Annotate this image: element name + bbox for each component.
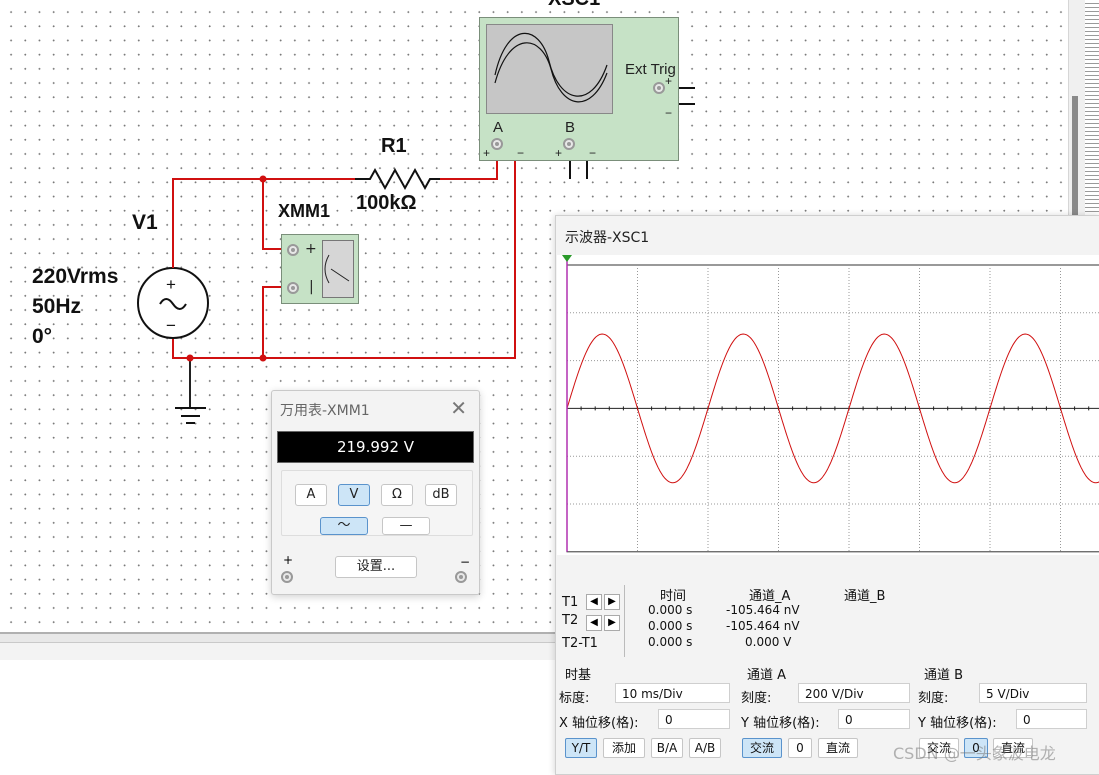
resistor-r1	[355, 167, 440, 191]
source-phase-label: 0°	[32, 325, 53, 348]
multimeter-reading: 219.992 V	[277, 431, 474, 463]
mode-button-ohms[interactable]: Ω	[381, 484, 413, 506]
t2-left-arrow[interactable]: ◀	[586, 615, 602, 631]
meter-ref-label: XMM1	[278, 201, 331, 221]
channel-a-scale-label: 刻度:	[741, 691, 772, 706]
close-icon[interactable]: ✕	[450, 396, 467, 420]
meter-minus-sign: |	[309, 279, 314, 295]
ground-symbol	[175, 407, 206, 424]
channel-b-scale-label: 刻度:	[918, 691, 949, 706]
t2-channel-a: -105.464 nV	[726, 619, 800, 633]
channel-a-terminal[interactable]	[491, 138, 503, 150]
junction-dot	[259, 175, 267, 183]
header-time: 时间	[660, 589, 687, 604]
dc-mode-button[interactable]: —	[382, 517, 430, 535]
mode-group: A V Ω dB 〜 —	[281, 470, 473, 536]
oscilloscope-symbol[interactable]: Ext Trig + − A + − B + −	[479, 17, 679, 161]
channel-b-terminal[interactable]	[563, 138, 575, 150]
settings-button[interactable]: 设置...	[335, 556, 417, 578]
multimeter-window[interactable]: 万用表-XMM1 ✕ 219.992 V A V Ω dB 〜 — + − 设置…	[271, 390, 480, 595]
mini-waveform	[494, 32, 608, 103]
channel-b-ypos-field[interactable]: 0	[1016, 709, 1087, 729]
yt-button[interactable]: Y/T	[565, 738, 597, 758]
t2-t1-label: T2-T1	[562, 636, 598, 651]
watermark: CSDN @一头象波电龙	[893, 744, 1056, 763]
t1-time: 0.000 s	[648, 603, 693, 617]
channel-a-plus: +	[483, 146, 491, 160]
t1-channel-a: -105.464 nV	[726, 603, 800, 617]
source-voltage-label: 220Vrms	[32, 265, 119, 288]
mode-button-db[interactable]: dB	[425, 484, 457, 506]
t2-t1-time: 0.000 s	[648, 635, 693, 649]
scope-graticule	[562, 255, 1099, 553]
meter-window-plus: +	[283, 553, 294, 567]
channel-a-ypos-label: Y 轴位移(格):	[741, 716, 820, 731]
cursor-readout: T1 ◀ ▶ T2 ◀ ▶ T2-T1 时间 通道_A 通道_B 0.000 s…	[556, 585, 1099, 657]
t1-left-arrow[interactable]: ◀	[586, 594, 602, 610]
oscilloscope-window[interactable]: 示波器-XSC1 T1 ◀ ▶ T2 ◀ ▶ T2-T1 时间 通道_A 通道_…	[555, 215, 1099, 775]
svg-text:+: +	[166, 275, 176, 294]
channel-b-title: 通道 B	[924, 668, 964, 683]
ab-button[interactable]: A/B	[689, 738, 721, 758]
meter-minus-terminal[interactable]	[287, 282, 299, 294]
add-button[interactable]: 添加	[603, 738, 645, 758]
meter-window-plus-terminal[interactable]	[281, 571, 293, 583]
junction-dot	[259, 354, 267, 362]
svg-text:−: −	[166, 316, 176, 335]
mode-button-volts[interactable]: V	[338, 484, 370, 506]
source-freq-label: 50Hz	[32, 295, 82, 318]
meter-window-minus: −	[460, 555, 471, 569]
ba-button[interactable]: B/A	[651, 738, 683, 758]
meter-face	[322, 240, 354, 298]
t2-right-arrow[interactable]: ▶	[604, 615, 620, 631]
scope-mini-screen	[486, 24, 613, 114]
meter-window-minus-terminal[interactable]	[455, 571, 467, 583]
source-ref-label: V1	[132, 211, 158, 234]
channel-a-ac-button[interactable]: 交流	[742, 738, 782, 758]
channel-a-dc-button[interactable]: 直流	[818, 738, 858, 758]
oscilloscope-window-title: 示波器-XSC1	[565, 230, 650, 246]
timebase-xpos-label: X 轴位移(格):	[559, 716, 639, 731]
timebase-scale-field[interactable]: 10 ms/Div	[615, 683, 730, 703]
resistor-ref-label: R1	[381, 135, 407, 157]
meter-plus-terminal[interactable]	[287, 244, 299, 256]
ext-trig-plus: +	[665, 74, 673, 88]
scope-display[interactable]	[557, 255, 1099, 555]
header-channel-a: 通道_A	[749, 589, 791, 604]
t1-label: T1	[562, 595, 579, 610]
multimeter-window-title: 万用表-XMM1	[280, 403, 370, 419]
channel-a-label: A	[493, 119, 504, 136]
header-channel-b: 通道_B	[844, 589, 886, 604]
timebase-xpos-field[interactable]: 0	[658, 709, 730, 729]
meter-plus-sign: +	[305, 241, 317, 257]
channel-a-minus: −	[517, 146, 525, 160]
cursor-marker	[562, 255, 572, 262]
channel-a-ypos-field[interactable]: 0	[838, 709, 910, 729]
channel-b-scale-field[interactable]: 5 V/Div	[979, 683, 1087, 703]
timebase-title: 时基	[565, 668, 592, 683]
ext-trig-minus: −	[665, 106, 673, 120]
t2-t1-channel-a: 0.000 V	[745, 635, 792, 649]
resistor-value-label: 100kΩ	[356, 192, 417, 214]
ac-source-v1: + −	[137, 248, 209, 339]
ext-trig-terminal[interactable]	[653, 82, 665, 94]
t1-right-arrow[interactable]: ▶	[604, 594, 620, 610]
channel-b-plus: +	[555, 146, 563, 160]
t2-time: 0.000 s	[648, 619, 693, 633]
junction-dot	[186, 354, 194, 362]
channel-a-scale-field[interactable]: 200 V/Div	[798, 683, 910, 703]
channel-b-label: B	[565, 119, 576, 136]
channel-b-minus: −	[589, 146, 597, 160]
channel-a-title: 通道 A	[747, 668, 787, 683]
mode-button-amps[interactable]: A	[295, 484, 327, 506]
channel-b-ypos-label: Y 轴位移(格):	[918, 716, 997, 731]
multimeter-symbol[interactable]: + |	[281, 234, 359, 304]
t2-label: T2	[562, 613, 579, 628]
ac-mode-button[interactable]: 〜	[320, 517, 368, 535]
timebase-scale-label: 标度:	[559, 691, 590, 706]
channel-a-zero-button[interactable]: 0	[788, 738, 812, 758]
scope-ref-label: XSC1	[548, 0, 600, 11]
